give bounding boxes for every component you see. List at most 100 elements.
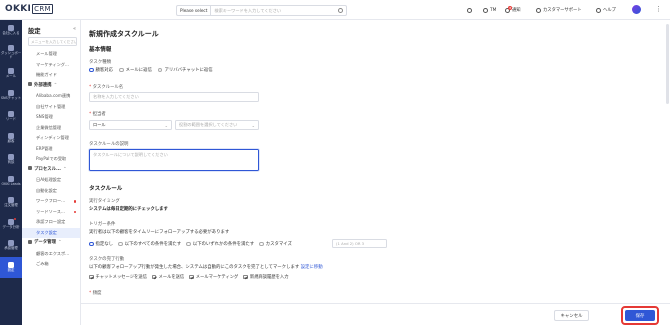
submenu-title: 設定: [28, 28, 41, 35]
assignee-role-select[interactable]: 役割の範囲を選択してください ⌄: [175, 120, 259, 130]
submenu-item[interactable]: ワークフロー...: [22, 196, 80, 207]
submenu-item[interactable]: 承認フロー設定: [22, 217, 80, 228]
radio-circle: [89, 241, 94, 247]
submenu-item-label: タスク設定: [36, 229, 57, 235]
main-nav-rail: 会社に入るダッシュボード メール SNSチャットリード 顧客 商談 OKKI Leads 注…: [0, 20, 22, 325]
description-textarea[interactable]: タスクルールについて説明してください: [89, 149, 259, 171]
search-icon[interactable]: [338, 8, 343, 13]
rail-item[interactable]: ダッシュボード: [0, 42, 22, 64]
completion-label: タスクの完了行動: [89, 257, 125, 262]
radio-no-condition[interactable]: 指定なし: [89, 241, 113, 247]
submenu-item-label: 企業微信管理: [36, 124, 62, 130]
rail-item[interactable]: リード: [0, 106, 22, 128]
radio-circle: [157, 67, 163, 73]
checkbox: [189, 274, 194, 280]
rail-item[interactable]: 設定: [0, 256, 22, 278]
check-send-mail[interactable]: メールを送信: [151, 274, 185, 280]
timer-button[interactable]: [467, 5, 474, 15]
scrollbar[interactable]: [666, 24, 669, 104]
task-rule-form: 新規作成タスクルール 基本情報 タスク種類 顧客対応 メールに返信 アリババチャ…: [81, 20, 670, 325]
nav-icon: [8, 240, 14, 247]
app-logo[interactable]: OKKI CRM: [5, 4, 53, 14]
checkbox-label: チャットメッセージを送信: [95, 275, 147, 280]
nav-icon: [8, 111, 14, 118]
submenu-item[interactable]: 顧客のエクスポ...: [22, 249, 80, 260]
avatar[interactable]: [632, 5, 641, 14]
submenu-item[interactable]: 機能ガイド: [22, 70, 80, 81]
submenu-item[interactable]: SNS管理: [22, 112, 80, 123]
submenu-item[interactable]: Alibaba.com連携: [22, 91, 80, 102]
submenu-item[interactable]: メール管理: [22, 49, 80, 60]
submenu-item[interactable]: タスク設定: [22, 227, 80, 238]
submenu-search-input[interactable]: メニューを入力してください: [28, 37, 77, 46]
submenu-item[interactable]: 自社サイト管理: [22, 102, 80, 113]
rail-item[interactable]: SNSチャット: [0, 85, 22, 107]
timing-label: 実行タイミング: [89, 199, 120, 204]
desc-label: タスクルールの説明: [89, 142, 129, 147]
nav-icon: [8, 197, 14, 204]
checkbox: [243, 274, 248, 280]
submenu-item[interactable]: 企業微信管理: [22, 123, 80, 134]
check-mail-marketing[interactable]: メールマーケティング: [189, 274, 238, 280]
rail-item[interactable]: 会社に入る: [0, 20, 22, 42]
rail-item-label: 設定: [7, 267, 15, 272]
headset-icon: [536, 7, 541, 13]
save-button[interactable]: 保存: [625, 310, 655, 321]
submenu-item[interactable]: リードソース...: [22, 207, 80, 218]
rule-name-label-text: タスクルール名: [92, 85, 124, 90]
custom-logic-input[interactable]: (1 And 2) OR 3: [332, 239, 387, 248]
rule-name-input[interactable]: 名称を入力してください: [89, 92, 259, 102]
submenu-item[interactable]: PayPalでの受取: [22, 154, 80, 165]
support-button[interactable]: カスタマーサポート: [536, 5, 582, 15]
radio-all-conditions[interactable]: 以下のすべての条件を満たす: [118, 241, 181, 247]
submenu-item[interactable]: ごみ箱: [22, 259, 80, 270]
radio-customer-follow[interactable]: 顧客対応: [89, 67, 113, 73]
frequency-label: * 頻度: [89, 290, 101, 296]
rail-item[interactable]: 顧客: [0, 128, 22, 150]
search-scope-select[interactable]: Please select: [177, 6, 212, 15]
rail-item[interactable]: データ分析: [0, 214, 22, 236]
rail-item-label: SNSチャット: [0, 95, 22, 100]
tm-button[interactable]: TM: [483, 5, 496, 15]
submenu-group[interactable]: プロセスル... ⌃: [22, 165, 80, 176]
chevron-down-icon: ⌄: [251, 122, 255, 128]
rail-item[interactable]: 注文管理: [0, 192, 22, 214]
collapse-icon[interactable]: «: [73, 26, 76, 32]
radio-custom[interactable]: カスタマイズ: [259, 241, 292, 247]
submenu-item[interactable]: ディンディン管理: [22, 133, 80, 144]
submenu-item-label: 自社サイト管理: [36, 103, 66, 109]
cancel-button[interactable]: キャンセル: [554, 310, 589, 321]
check-new-deal-history[interactable]: 新規商談履歴を入力: [243, 274, 289, 280]
radio-any-condition[interactable]: 以下のいずれかの条件を満たす: [186, 241, 254, 247]
nav-icon: [8, 68, 14, 75]
submenu-item[interactable]: ERP管理: [22, 144, 80, 155]
clock-icon: [467, 7, 472, 13]
rail-item-label: OKKI Leads: [1, 181, 21, 186]
rail-item[interactable]: 承認管理: [0, 235, 22, 257]
submenu-item-label: 機能ガイド: [36, 72, 57, 77]
rail-item[interactable]: OKKI Leads: [0, 171, 22, 193]
submenu-group[interactable]: データ管理 ⌃: [22, 238, 80, 249]
assignee-type-select[interactable]: ロール ⌄: [89, 120, 172, 130]
app-root: OKKI CRM Please select 検索キーワードを入力してください T…: [0, 0, 670, 325]
rail-item[interactable]: 商談: [0, 149, 22, 171]
checkbox-label: メールを送信: [158, 275, 185, 280]
rail-item[interactable]: メール: [0, 63, 22, 85]
submenu-item[interactable]: マーケティング...: [22, 60, 80, 71]
check-chat-message[interactable]: チャットメッセージを送信: [89, 274, 147, 280]
settings-link[interactable]: 設定に移動: [301, 265, 323, 270]
notify-button[interactable]: 8 通知: [505, 5, 521, 15]
submenu-item[interactable]: 自動化設定: [22, 186, 80, 197]
submenu-group[interactable]: 外部連携 ⌃: [22, 81, 80, 92]
radio-reply-mail[interactable]: メールに返信: [119, 67, 152, 73]
rail-item-label: 会社に入る: [2, 31, 20, 36]
more-icon[interactable]: ⋮: [655, 5, 662, 14]
help-button[interactable]: ヘルプ: [596, 5, 616, 15]
nav-icon: [8, 154, 14, 161]
radio-reply-alibaba[interactable]: アリババチャットに返信: [157, 67, 213, 73]
bell-icon: 8: [505, 5, 512, 13]
submenu-item[interactable]: 日AI処理設定: [22, 175, 80, 186]
submenu-item-label: SNS管理: [36, 114, 53, 119]
search-input[interactable]: 検索キーワードを入力してください: [211, 8, 338, 14]
assignee-type-value: ロール: [93, 122, 106, 127]
